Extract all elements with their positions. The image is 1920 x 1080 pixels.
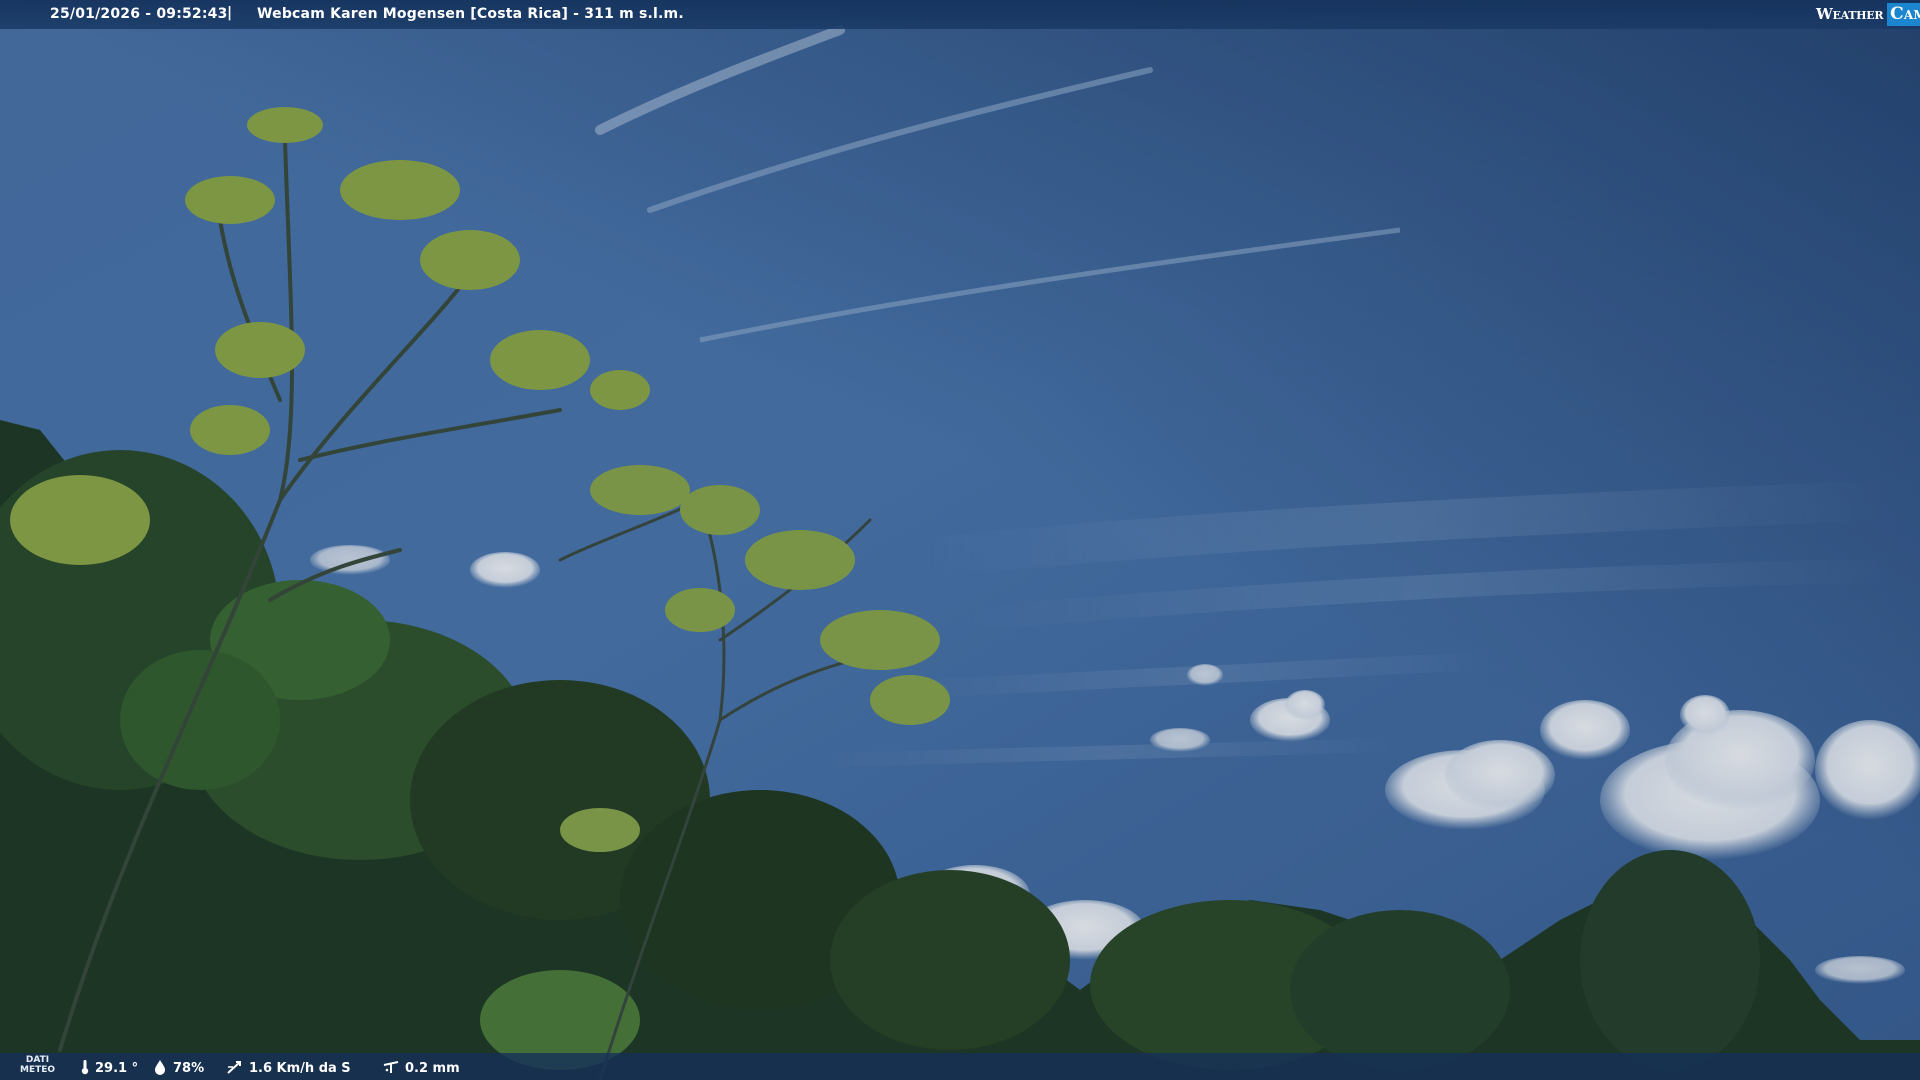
meteo-label-line2: METEO	[20, 1065, 56, 1075]
webcam-title: Webcam Karen Mogensen [Costa Rica] - 311…	[257, 6, 684, 22]
humidity-value: 78%	[173, 1061, 205, 1076]
wind-vane-icon	[226, 1059, 244, 1078]
timestamp: 25/01/2026 - 09:52:43	[50, 6, 228, 22]
logo-left-text: Weather	[1816, 5, 1884, 23]
rain-gauge-icon	[382, 1059, 400, 1078]
meteo-label: DATI METEO	[20, 1055, 55, 1075]
humidity-reading: 78%	[152, 1059, 204, 1078]
meteo-label-line1: DATI	[25, 1055, 50, 1065]
wind-reading: 1.6 Km/h da S	[226, 1059, 351, 1078]
webcam-image	[0, 0, 1920, 1080]
rain-reading: 0.2 mm	[382, 1059, 460, 1078]
temperature-value: 29.1 °	[95, 1061, 139, 1076]
rain-value: 0.2 mm	[405, 1061, 460, 1076]
wind-value: 1.6 Km/h da S	[249, 1061, 351, 1076]
header-bar: 25/01/2026 - 09:52:43 | Webcam Karen Mog…	[0, 0, 1920, 29]
water-drop-icon	[152, 1059, 168, 1078]
meteo-bar: DATI METEO 29.1 ° 78% 1.6 Km/h da S 0.2 …	[0, 1053, 1920, 1080]
thermometer-icon	[80, 1059, 90, 1078]
header-separator: |	[227, 5, 233, 21]
temperature-reading: 29.1 °	[80, 1059, 138, 1078]
logo-right-text: Cam	[1887, 2, 1920, 26]
weathercam-logo: Weather Cam	[1816, 0, 1920, 28]
